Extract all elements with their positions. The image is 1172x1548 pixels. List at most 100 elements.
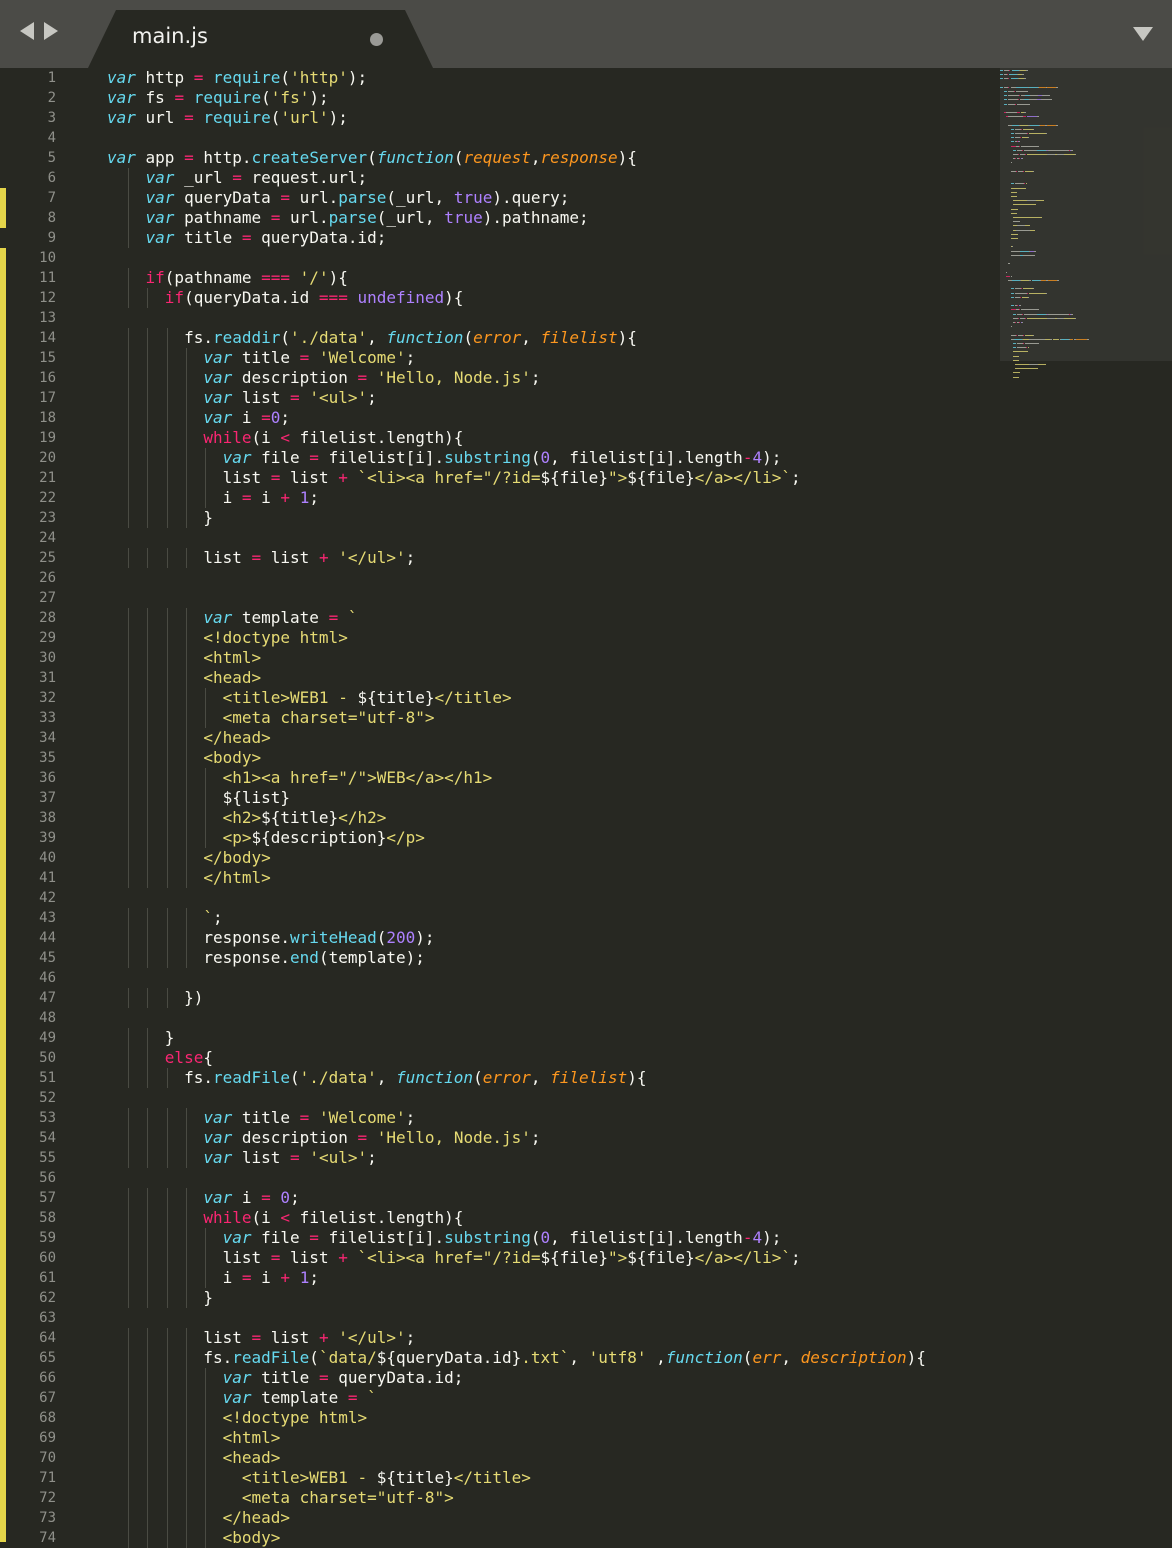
line-code: <meta charset="utf-8"> — [107, 1488, 454, 1508]
minimap-line — [1056, 280, 1059, 281]
minimap-line — [1010, 137, 1014, 139]
code-token: "> — [607, 468, 628, 487]
chevron-down-icon[interactable] — [1133, 27, 1153, 41]
line-number: 44 — [39, 930, 56, 946]
line-code: while(i < filelist.length){ — [107, 1208, 463, 1228]
arrow-left-icon[interactable] — [20, 22, 34, 40]
minimap-line — [1015, 170, 1017, 172]
code-token: </html> — [107, 868, 271, 887]
code-token: .txt` — [521, 1348, 570, 1367]
minimap-line — [1010, 141, 1014, 143]
code-token: require — [212, 68, 281, 87]
line-number: 17 — [39, 390, 56, 406]
code-token: , filelist[i].length — [550, 1228, 743, 1247]
code-token: , — [781, 1348, 801, 1367]
minimap[interactable] — [1000, 68, 1172, 1542]
code-token: description — [232, 368, 358, 387]
code-token: ` — [367, 1388, 377, 1407]
code-token: _url — [174, 168, 233, 187]
code-token: < — [280, 1208, 291, 1227]
code-token: ; — [790, 468, 801, 487]
line-number: 18 — [39, 410, 56, 426]
code-token: = — [318, 1368, 329, 1387]
code-token: url. — [290, 188, 339, 207]
code-token: response. — [107, 948, 291, 967]
code-token: var — [107, 68, 136, 87]
code-token: ){ — [617, 148, 637, 167]
minimap-line — [1004, 103, 1008, 105]
minimap-line — [1018, 95, 1020, 97]
minimap-line — [1024, 313, 1037, 315]
code-token: fs. — [107, 1348, 233, 1367]
line-code: response.end(template); — [107, 948, 425, 968]
code-token: , — [530, 1068, 551, 1087]
minimap-line — [1018, 141, 1020, 143]
minimap-line — [1033, 250, 1036, 252]
code-token: <head> — [107, 668, 262, 687]
minimap-line — [1028, 347, 1030, 349]
code-token: </a></li>` — [694, 468, 791, 487]
code-token: var — [107, 148, 136, 167]
code-token: response. — [107, 928, 291, 947]
code-token: = — [328, 608, 339, 627]
code-token: </title> — [434, 688, 512, 707]
line-code: <!doctype html> — [107, 628, 348, 648]
code-token: ; — [280, 408, 291, 427]
line-number: 46 — [39, 970, 56, 986]
line-number: 16 — [39, 370, 56, 386]
minimap-line — [1012, 200, 1028, 202]
minimap-line — [1008, 86, 1010, 88]
code-token: = — [241, 488, 252, 507]
code-token: http — [135, 68, 194, 87]
code-token: ; — [290, 1188, 300, 1207]
line-number: 20 — [39, 450, 56, 466]
minimap-line — [1036, 149, 1047, 151]
minimap-line — [1019, 137, 1021, 139]
minimap-line — [1010, 196, 1017, 197]
code-token: require — [203, 108, 271, 127]
code-token: var — [203, 1108, 233, 1127]
minimap-line — [1024, 112, 1027, 113]
code-token: = — [280, 188, 291, 207]
minimap-line — [1075, 338, 1088, 340]
code-token: ); — [328, 108, 348, 127]
code-token: function — [396, 1068, 474, 1087]
line-code: var url = require('url'); — [107, 108, 348, 128]
line-number: 43 — [39, 910, 56, 926]
code-editor[interactable]: 1 var http = require('http'); 2 var fs = re… — [0, 68, 1000, 1548]
minimap-line — [1047, 86, 1056, 88]
line-code: } — [107, 508, 213, 528]
minimap-line — [1015, 229, 1031, 231]
code-token: var — [203, 608, 233, 627]
code-token: ; — [530, 368, 541, 387]
line-code: <html> — [107, 1428, 281, 1448]
tab-main-js[interactable]: main.js — [88, 10, 433, 68]
line-number: 13 — [39, 310, 56, 326]
minimap-line — [1008, 78, 1010, 80]
code-token: ); — [415, 928, 435, 947]
unsaved-dot-icon[interactable] — [370, 33, 383, 46]
minimap-line — [1037, 364, 1047, 365]
code-token: = — [357, 368, 368, 387]
code-token: 'Hello, Node.js' — [376, 1128, 531, 1147]
line-number: 11 — [39, 270, 56, 286]
code-token: ( — [280, 328, 291, 347]
minimap-line — [1021, 309, 1039, 311]
line-code: } — [107, 1288, 213, 1308]
code-token: = — [309, 448, 319, 467]
line-number: 39 — [39, 830, 56, 846]
code-token: list — [261, 548, 319, 567]
minimap-line — [1017, 317, 1019, 319]
code-token: , — [376, 1068, 396, 1087]
code-token: ` — [347, 608, 358, 627]
minimap-line — [1030, 95, 1038, 97]
minimap-line — [1048, 149, 1070, 151]
arrow-right-icon[interactable] — [44, 22, 58, 40]
minimap-line — [1014, 103, 1016, 105]
